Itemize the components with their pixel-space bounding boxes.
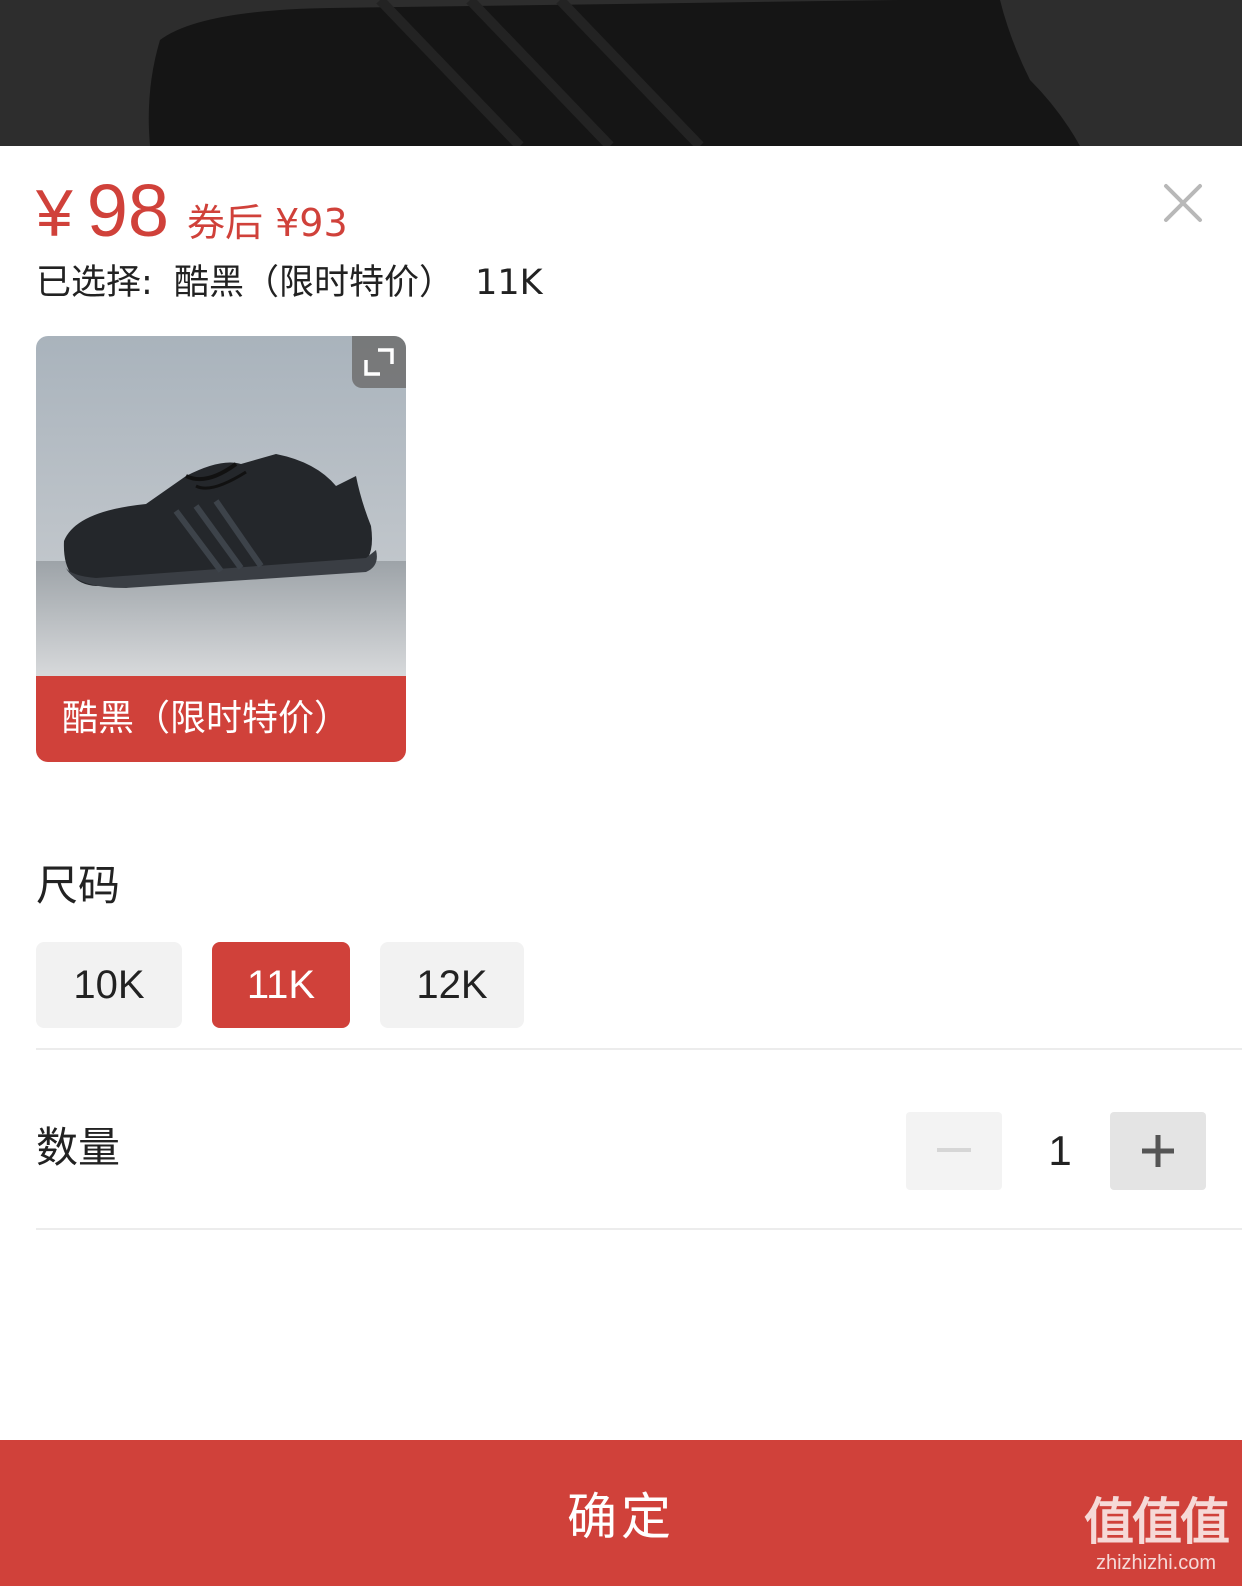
size-options: 10K 11K 12K <box>36 942 524 1028</box>
close-icon[interactable] <box>1162 182 1204 224</box>
selected-size: 11K <box>475 263 543 303</box>
size-option-11k[interactable]: 11K <box>212 942 350 1028</box>
price-amount: 98 <box>86 169 170 252</box>
price-row: ¥ 98 券后 ¥93 <box>36 168 348 253</box>
size-option-12k[interactable]: 12K <box>380 942 524 1028</box>
selected-summary: 已选择: 酷黑（限时特价） 11K <box>36 254 553 305</box>
size-section-title: 尺码 <box>36 861 121 910</box>
variant-label: 酷黑（限时特价） <box>36 676 406 762</box>
sku-selector-sheet: ¥ 98 券后 ¥93 已选择: 酷黑（限时特价） 11K 酷黑（限时特价） 尺… <box>0 146 1242 1586</box>
confirm-button[interactable]: 确定 <box>0 1440 1242 1586</box>
color-variant-card[interactable]: 酷黑（限时特价） <box>36 336 406 762</box>
quantity-value[interactable]: 1 <box>1010 1112 1110 1190</box>
quantity-decrement-button[interactable] <box>906 1112 1002 1190</box>
divider <box>36 1048 1242 1050</box>
divider <box>36 1228 1242 1230</box>
selected-label: 已选择: <box>36 263 153 303</box>
variant-shoe-image <box>36 336 406 676</box>
price-currency: ¥ <box>36 176 73 250</box>
watermark-mark: 值值值 <box>1084 1493 1230 1551</box>
selected-color: 酷黑（限时特价） <box>173 263 454 303</box>
expand-icon[interactable] <box>352 336 406 388</box>
background-product-photo <box>0 0 1242 146</box>
watermark-url: zhizhizhi.com <box>1095 1552 1217 1574</box>
quantity-section-title: 数量 <box>36 1123 121 1172</box>
quantity-increment-button[interactable] <box>1110 1112 1206 1190</box>
site-watermark: 值值值 zhizhizhi.com <box>1084 1492 1230 1574</box>
plus-icon <box>1142 1135 1174 1167</box>
coupon-price: 券后 ¥93 <box>187 201 348 245</box>
minus-icon <box>937 1148 971 1152</box>
size-option-10k[interactable]: 10K <box>36 942 182 1028</box>
